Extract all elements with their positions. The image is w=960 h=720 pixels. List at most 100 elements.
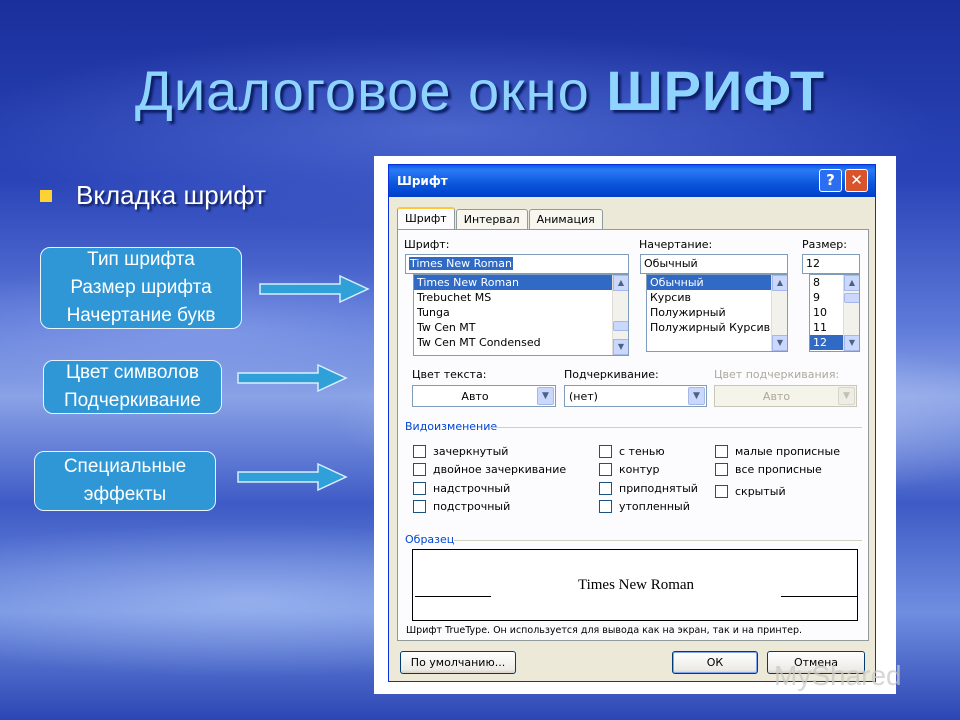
underline-select[interactable]: (нет) ▼ [564,385,707,407]
dialog-title: Шрифт [397,174,448,188]
chevron-down-icon[interactable]: ▼ [537,387,554,405]
checkbox-engrave[interactable]: утопленный [599,500,690,513]
font-label: Шрифт: [404,238,450,251]
list-item[interactable]: Обычный [647,275,787,290]
checkbox-box[interactable] [599,463,612,476]
checkbox-outline[interactable]: контур [599,463,659,476]
list-item[interactable]: Trebuchet MS [414,290,628,305]
checkbox-subscript[interactable]: подстрочный [413,500,510,513]
checkbox-emboss[interactable]: приподнятый [599,482,698,495]
list-item[interactable]: 12 [810,335,843,350]
checkbox-box[interactable] [599,500,612,513]
scroll-up-icon[interactable]: ▲ [844,275,859,291]
callout-line: эффекты [83,484,167,505]
default-button[interactable]: По умолчанию... [400,651,516,674]
scroll-thumb[interactable] [613,321,628,331]
checkbox-hidden[interactable]: скрытый [715,485,786,498]
checkbox-double-strikethrough[interactable]: двойное зачеркивание [413,463,566,476]
checkbox-shadow[interactable]: с тенью [599,445,665,458]
divider [454,540,862,541]
style-input-value: Обычный [644,257,698,270]
style-input[interactable]: Обычный [640,254,788,274]
tab-bar: Шрифт Интервал Анимация [397,207,604,230]
help-icon[interactable]: ? [819,169,842,192]
checkbox-label: с тенью [619,445,665,458]
checkbox-label: приподнятый [619,482,698,495]
scroll-thumb[interactable] [844,293,859,303]
checkbox-all-caps[interactable]: все прописные [715,463,822,476]
font-list[interactable]: Times New Roman Trebuchet MS Tunga Tw Ce… [413,274,629,356]
checkbox-label: скрытый [735,485,786,498]
size-input[interactable]: 12 [802,254,860,274]
slide-title-part2: ШРИФТ [606,59,826,122]
checkbox-superscript[interactable]: надстрочный [413,482,510,495]
list-item[interactable]: Tw Cen MT [414,320,628,335]
tab-panel-font: Шрифт: Times New Roman Times New Roman T… [397,229,869,641]
preview-note: Шрифт TrueType. Он используется для выво… [406,625,803,636]
list-item[interactable]: Times New Roman [414,275,628,290]
preview-text: Times New Roman [577,577,695,593]
checkbox-box[interactable] [413,445,426,458]
checkbox-label: двойное зачеркивание [433,463,567,476]
text-color-value: Авто [461,390,489,403]
callout-line: Цвет символов [65,362,200,383]
checkbox-box[interactable] [599,445,612,458]
callout-line: Подчеркивание [64,390,201,411]
checkbox-box[interactable] [413,463,426,476]
arrow-right-icon [237,363,348,393]
font-input[interactable]: Times New Roman [405,254,629,274]
callout-color: Цвет символов Подчеркивание [43,360,222,414]
list-item[interactable]: Курсив [647,290,787,305]
checkbox-box[interactable] [599,482,612,495]
checkbox-box[interactable] [715,485,728,498]
style-list[interactable]: Обычный Курсив Полужирный Полужирный Кур… [646,274,788,352]
checkbox-label: все прописные [735,463,822,476]
list-item[interactable]: Полужирный [647,305,787,320]
chevron-down-icon[interactable]: ▼ [688,387,705,405]
scrollbar[interactable]: ▲ ▼ [771,275,787,351]
checkbox-box[interactable] [715,463,728,476]
text-color-label: Цвет текста: [412,368,487,381]
effects-group-label: Видоизменение [405,420,498,433]
scrollbar[interactable]: ▲ ▼ [612,275,628,355]
tab-spacing[interactable]: Интервал [455,209,528,230]
checkbox-small-caps[interactable]: малые прописные [715,445,840,458]
scroll-down-icon[interactable]: ▼ [772,335,787,351]
dialog-titlebar[interactable]: Шрифт [389,165,875,197]
underline-color-label: Цвет подчеркивания: [714,368,840,381]
checkbox-box[interactable] [413,482,426,495]
size-list[interactable]: 8 9 10 11 12 ▲ ▼ [809,274,860,352]
checkbox-label: зачеркнутый [433,445,509,458]
text-color-select[interactable]: Авто ▼ [412,385,556,407]
checkbox-strikethrough[interactable]: зачеркнутый [413,445,508,458]
font-input-value: Times New Roman [409,257,513,270]
callout-font-type: Тип шрифта Размер шрифта Начертание букв [40,247,242,329]
list-item[interactable]: Tunga [414,305,628,320]
callout-line: Специальные [63,456,187,477]
scroll-down-icon[interactable]: ▼ [844,335,859,351]
callout-line: Начертание букв [66,305,216,326]
checkbox-label: подстрочный [433,500,511,513]
chevron-down-icon: ▼ [838,387,855,405]
underline-color-value: Авто [762,390,791,403]
scrollbar[interactable]: ▲ ▼ [843,275,859,351]
tab-font[interactable]: Шрифт [397,207,455,230]
arrow-right-icon [259,274,370,304]
scroll-up-icon[interactable]: ▲ [772,275,787,291]
underline-color-select[interactable]: Авто ▼ [714,385,857,407]
ok-button[interactable]: ОК [672,651,758,674]
list-item[interactable]: Полужирный Курсив [647,320,787,335]
tab-animation[interactable]: Анимация [528,209,603,230]
checkbox-box[interactable] [715,445,728,458]
size-label: Размер: [802,238,847,251]
list-item[interactable]: Tw Cen MT Condensed [414,335,628,350]
scroll-down-icon[interactable]: ▼ [613,339,628,355]
checkbox-box[interactable] [413,500,426,513]
checkbox-label: надстрочный [433,482,511,495]
callout-effects: Специальные эффекты [34,451,216,511]
bullet-text: Вкладка шрифт [76,180,267,210]
close-icon[interactable]: ✕ [845,169,868,192]
scroll-up-icon[interactable]: ▲ [613,275,628,291]
preview-line-left [415,596,491,597]
underline-value: (нет) [569,390,598,403]
